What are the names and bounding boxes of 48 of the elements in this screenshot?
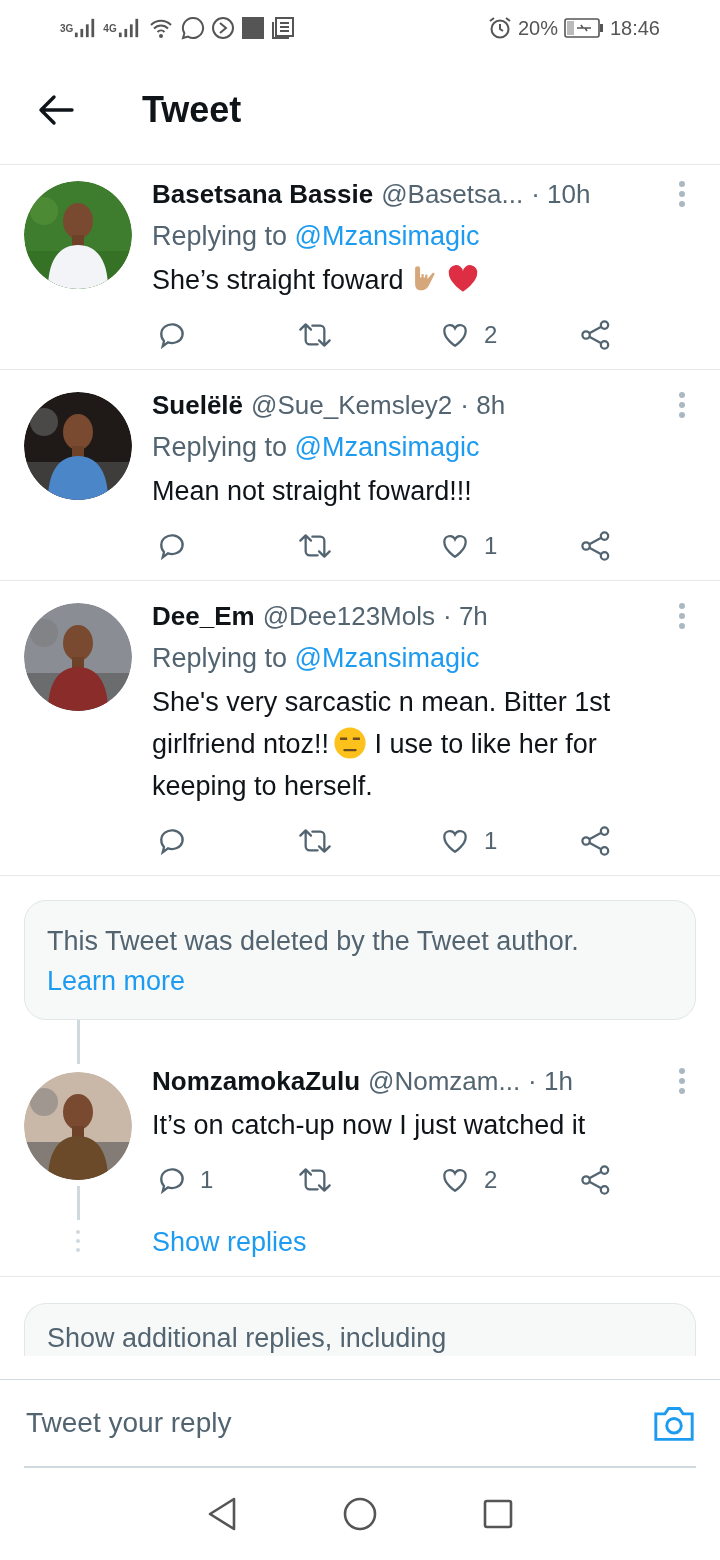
reply-input[interactable]: Tweet your reply: [24, 1406, 652, 1440]
replying-to-text: Replying to @Mzansimagic: [152, 220, 481, 253]
recents-nav-icon[interactable]: [483, 1499, 513, 1529]
battery-percent: 20%: [517, 16, 558, 40]
tweet-time: · 10h: [531, 178, 591, 211]
replying-to-text: Replying to @Mzansimagic: [152, 642, 481, 675]
user-handle: @Nomzam...: [368, 1065, 521, 1098]
user-name[interactable]: Basetsana Bassie: [152, 173, 374, 215]
like-count: 1: [484, 532, 498, 560]
play-circle-icon: [210, 16, 235, 40]
network-label: 3G: [60, 23, 74, 34]
back-nav-icon[interactable]: [207, 1497, 237, 1531]
chat-bubble-icon: [180, 16, 205, 40]
tweet-text: She’s straight foward: [152, 259, 686, 301]
show-replies-link[interactable]: Show replies: [152, 1222, 686, 1262]
mention-link[interactable]: @Mzansimagic: [294, 432, 480, 462]
battery-icon: [563, 17, 604, 39]
mention-link[interactable]: @Mzansimagic: [294, 643, 480, 673]
tweet-text: She's very sarcastic n mean. Bitter 1st girlfriend ntoz!! I use to like her for keeping to herself.: [152, 686, 612, 803]
square-icon: [240, 16, 265, 40]
like-count: 2: [484, 321, 498, 349]
user-name[interactable]: Suelëlë: [152, 384, 244, 426]
user-name[interactable]: Dee_Em: [152, 595, 255, 637]
mention-link[interactable]: @Mzansimagic: [294, 221, 480, 251]
tweet-time: · 8h: [460, 389, 506, 422]
home-nav-icon[interactable]: [343, 1497, 377, 1531]
tweet-text: It’s on catch-up now I just watched it: [152, 1109, 587, 1142]
tweet-time: · 1h: [528, 1065, 573, 1098]
like-count: 2: [484, 1166, 498, 1194]
back-arrow-icon[interactable]: [38, 94, 74, 126]
user-handle: @Sue_Kemsley2: [251, 389, 453, 422]
user-handle: @Basetsa...: [381, 178, 524, 211]
signal-icon: [116, 17, 141, 39]
like-count: 1: [484, 827, 498, 855]
replying-to-text: Replying to @Mzansimagic: [152, 431, 481, 464]
user-handle: @Dee123Mols: [262, 600, 435, 633]
news-icon: [270, 16, 295, 40]
user-name[interactable]: NomzamokaZulu: [152, 1060, 361, 1102]
tweet-text: Mean not straight foward!!!: [152, 475, 473, 508]
screen-title: Tweet: [142, 89, 242, 131]
tweet-time: · 7h: [443, 600, 488, 633]
unamused-emoji-icon: [333, 726, 368, 760]
alarm-icon: [487, 16, 512, 40]
network-label: 4G: [103, 23, 117, 34]
reply-count: 1: [200, 1166, 214, 1194]
clock-time: 18:46: [609, 16, 660, 40]
deleted-tweet-notice: This Tweet was deleted by the Tweet author. Learn more: [24, 900, 696, 1020]
show-more-replies-card[interactable]: Show additional replies, including: [24, 1303, 696, 1356]
